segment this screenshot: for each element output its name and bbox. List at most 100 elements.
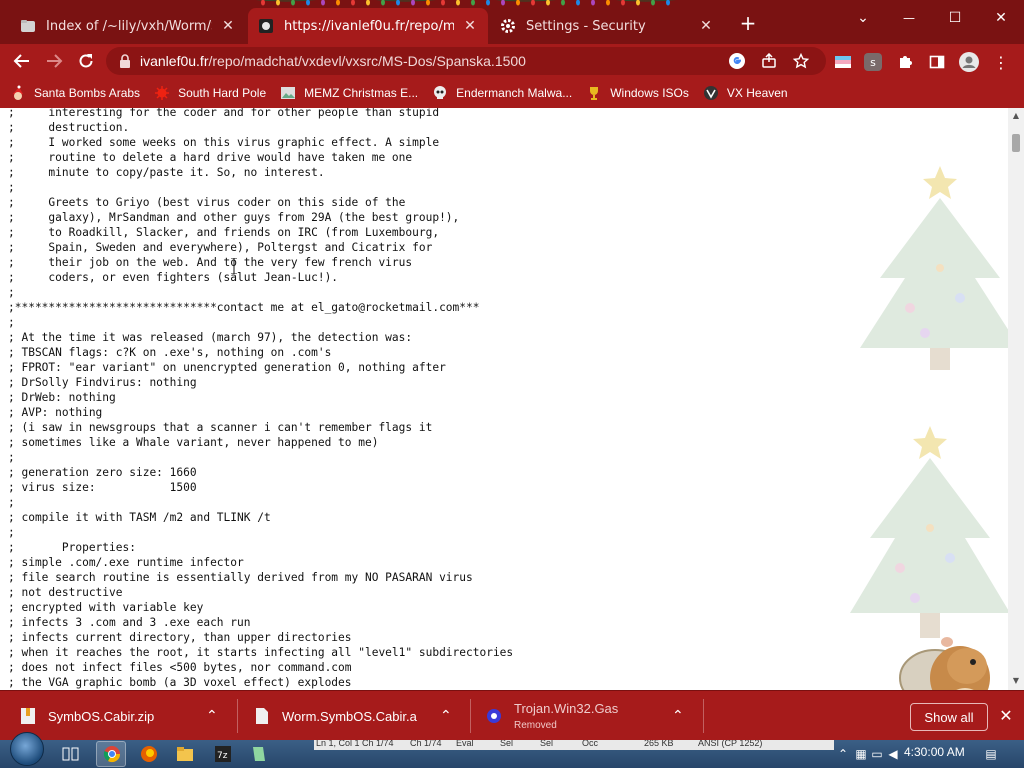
bookmark-label: Santa Bombs Arabs [34,86,141,100]
reload-icon [79,54,93,68]
lock-icon[interactable] [118,54,132,68]
firefox-icon[interactable] [140,745,158,763]
garland-bulb [321,0,325,6]
action-center-icon[interactable]: ▤ [984,747,998,761]
vertical-scrollbar[interactable]: ▲ ▼ [1008,108,1024,690]
garland-bulb [261,0,265,6]
menu-kebab-icon[interactable]: ⋮ [990,51,1012,73]
minimize-button[interactable]: — [886,4,932,32]
scroll-up-arrow-icon[interactable]: ▲ [1011,111,1021,120]
download-filename: Worm.SymbOS.Cabir.a [282,708,417,724]
status-strip-item: Sel [540,740,554,748]
download-item[interactable]: Trojan.Win32.Gas Removed ⌃ [486,691,701,741]
download-options-chevron-icon[interactable]: ⌃ [206,708,218,724]
skull-icon [432,85,448,101]
task-view-icon[interactable] [62,746,80,762]
tab-settings-security[interactable]: Settings - Security ✕ [490,8,724,44]
garland-bulb [516,0,520,6]
bookmark-memz-christmas[interactable]: MEMZ Christmas E... [280,85,418,101]
tab-index-of[interactable]: Index of /~lily/vxh/Worm/SymbOS ✕ [10,8,246,44]
tab-madchat[interactable]: https://ivanlef0u.fr/repo/madchat ✕ [248,8,488,44]
back-button[interactable] [10,49,34,73]
download-options-chevron-icon[interactable]: ⌃ [440,708,452,724]
google-lens-icon[interactable] [728,52,746,70]
vx-icon [703,85,719,101]
bookmark-endermanch-malware[interactable]: Endermanch Malwa... [432,85,572,101]
bookmark-vx-heaven[interactable]: VX Heaven [703,85,788,101]
garland-bulb [651,0,655,6]
extensions-puzzle-icon[interactable] [894,51,916,73]
reload-button[interactable] [74,49,98,73]
tray-chevron-icon[interactable]: ⌃ [836,747,850,761]
close-tab-icon[interactable]: ✕ [220,18,236,34]
bookmarks-bar: Santa Bombs Arabs South Hard Pole MEMZ C… [0,78,1024,108]
bookmark-label: Endermanch Malwa... [456,86,573,100]
download-options-chevron-icon[interactable]: ⌃ [672,708,684,724]
tab-strip: Index of /~lily/vxh/Worm/SymbOS ✕ https:… [0,0,1024,44]
garland-bulb [591,0,595,6]
garland-bulb [306,0,310,6]
share-icon[interactable] [760,52,778,70]
profile-avatar-icon[interactable] [958,51,980,73]
garland-bulb [411,0,415,6]
download-item[interactable]: Worm.SymbOS.Cabir.a ⌃ [254,691,469,741]
download-status: Removed [514,720,557,731]
close-tab-icon[interactable]: ✕ [462,18,478,34]
download-item[interactable]: SymbOS.Cabir.zip ⌃ [20,691,235,741]
chrome-icon[interactable] [103,745,121,763]
close-window-button[interactable]: ✕ [978,4,1024,32]
trophy-icon [586,85,602,101]
download-filename: Trojan.Win32.Gas [514,701,619,716]
tab-search-chevron-icon[interactable]: ⌄ [840,4,886,32]
address-bar[interactable]: ivanlef0u.fr/repo/madchat/vxdevl/vxsrc/M… [106,47,826,75]
side-panel-icon[interactable] [926,51,948,73]
garland-bulb [501,0,505,6]
divider [470,699,471,733]
garland-bulb [636,0,640,6]
file-explorer-icon[interactable] [176,745,194,763]
scrollbar-thumb[interactable] [1012,134,1020,152]
download-shelf: SymbOS.Cabir.zip ⌃ Worm.SymbOS.Cabir.a ⌃… [0,690,1024,740]
divider [237,699,238,733]
7zip-icon[interactable]: 7z [214,745,232,763]
bookmark-windows-isos[interactable]: Windows ISOs [586,85,689,101]
tab-title: https://ivanlef0u.fr/repo/madchat [284,18,454,34]
status-strip-item: Ln 1, Col 1 [316,740,360,748]
volume-icon[interactable]: ◀ [886,747,900,761]
virus-icon [154,85,170,101]
scroll-down-arrow-icon[interactable]: ▼ [1011,676,1021,685]
close-shelf-icon[interactable]: ✕ [996,706,1016,726]
power-icon[interactable]: ▭ [870,747,884,761]
garland-bulb [381,0,385,6]
url-text[interactable]: ivanlef0u.fr/repo/madchat/vxdevl/vxsrc/M… [140,53,526,69]
show-all-downloads-button[interactable]: Show all [910,703,988,731]
text-cursor-icon [231,258,237,274]
status-strip-item: Sel [500,740,514,748]
bookmark-south-hard-pole[interactable]: South Hard Pole [154,85,266,101]
status-strip-item: Ch 1/74 [410,740,442,748]
garland-bulb [531,0,535,6]
new-tab-button[interactable]: + [738,13,758,34]
bookmark-star-icon[interactable] [792,52,810,70]
garland-bulb [546,0,550,6]
s-extension-icon[interactable]: s [864,53,882,71]
network-icon[interactable]: ▦ [854,747,868,761]
divider [703,699,704,733]
image-icon [280,85,296,101]
maximize-button[interactable]: ☐ [932,4,978,32]
taskbar-clock[interactable]: 4:30:00 AM [904,745,965,759]
garland-bulb [456,0,460,6]
bookmark-santa-bombs-arabs[interactable]: Santa Bombs Arabs [10,85,140,101]
close-tab-icon[interactable]: ✕ [698,18,714,34]
forward-button[interactable] [42,49,66,73]
status-strip-item: Ch 1/74 [362,740,394,748]
status-strip-item: Occ [582,740,599,748]
christmas-tree-background-image [860,166,1008,370]
garland-bulb [396,0,400,6]
flag-extension-icon[interactable] [832,51,854,73]
file-icon [254,707,270,725]
start-button[interactable] [10,732,44,766]
download-filename: SymbOS.Cabir.zip [48,708,155,724]
source-code-text[interactable]: ; interesting for the coder and for othe… [8,108,513,690]
notepad-icon[interactable] [250,745,268,763]
